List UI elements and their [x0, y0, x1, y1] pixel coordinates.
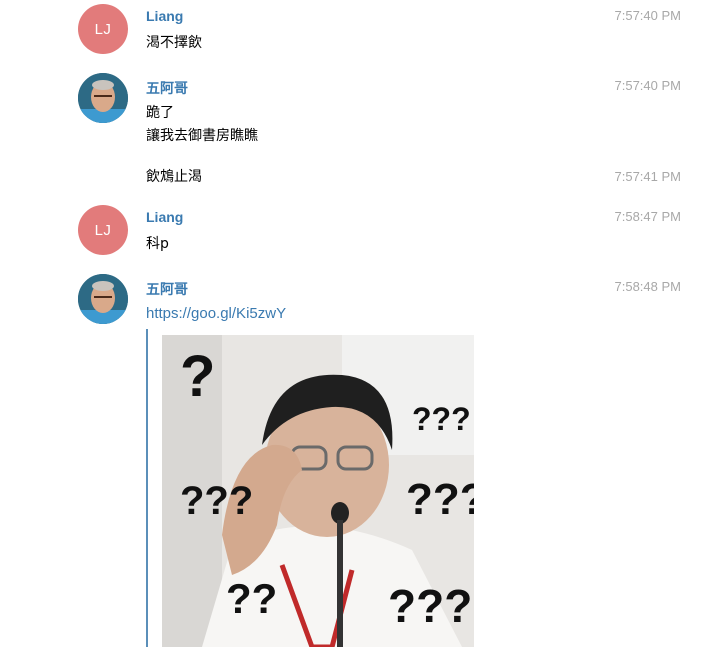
sender-name[interactable]: Liang	[146, 209, 183, 225]
message-text: 跪了	[146, 105, 174, 121]
question-mark: ??	[226, 575, 278, 622]
question-mark: ???	[180, 479, 254, 523]
sender-name[interactable]: Liang	[146, 8, 183, 24]
message-text: 科p	[146, 236, 169, 252]
message-timestamp: 7:57:41 PM	[614, 169, 682, 184]
sender-name[interactable]: 五阿哥	[146, 279, 188, 299]
message-timestamp: 7:58:48 PM	[614, 279, 682, 294]
avatar-liang[interactable]: LJ	[78, 4, 128, 54]
avatar-liang[interactable]: LJ	[78, 205, 128, 255]
question-mark: ?	[180, 344, 216, 409]
question-mark: ???	[406, 475, 474, 524]
message-timestamp: 7:58:47 PM	[614, 209, 682, 224]
message-timestamp: 7:57:40 PM	[614, 8, 682, 23]
message-text: 讓我去御書房瞧瞧	[146, 128, 258, 144]
question-mark: ???	[412, 401, 471, 437]
avatar-wuage[interactable]	[78, 274, 128, 324]
sender-name[interactable]: 五阿哥	[146, 78, 188, 98]
link-preview-bar	[146, 329, 148, 647]
message-timestamp: 7:57:40 PM	[614, 78, 682, 93]
avatar-photo-icon	[78, 274, 128, 324]
message-text: 渴不擇飲	[146, 35, 202, 51]
link-preview-image[interactable]: ? ??? ??? ??? ?? ???	[162, 335, 474, 647]
message-text: 飲鴆止渴	[146, 169, 202, 185]
avatar-wuage[interactable]	[78, 73, 128, 123]
question-mark: ???	[388, 580, 473, 632]
avatar-photo-icon	[78, 73, 128, 123]
message-link[interactable]: https://goo.gl/Ki5zwY	[146, 305, 286, 322]
